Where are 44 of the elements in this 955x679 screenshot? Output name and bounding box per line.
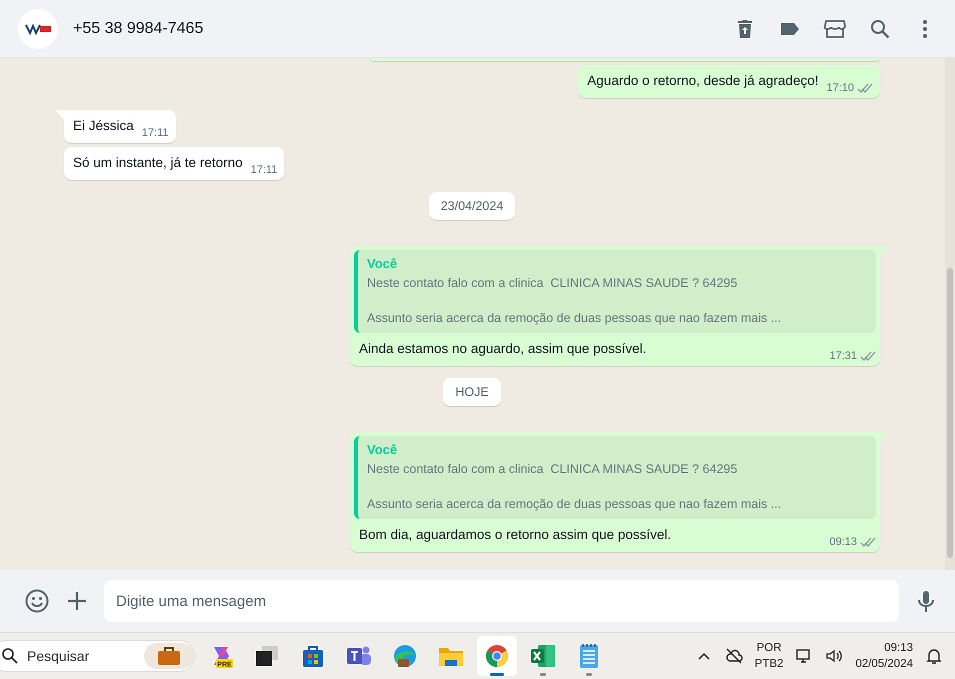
message-time: 17:11 xyxy=(142,127,168,139)
contact-avatar[interactable] xyxy=(18,8,58,48)
scrollbar-thumb[interactable] xyxy=(947,268,953,558)
cloud-off-icon[interactable] xyxy=(724,647,743,665)
emoji-icon[interactable] xyxy=(24,588,50,614)
message-time: 17:31 xyxy=(829,350,857,362)
language-indicator[interactable]: POR xyxy=(756,640,782,656)
keyboard-layout[interactable]: PTB2 xyxy=(754,656,784,672)
search-icon xyxy=(1,647,19,665)
message-input[interactable]: Digite uma mensagem xyxy=(104,580,899,622)
folder-icon[interactable] xyxy=(438,645,464,667)
taskbar-search[interactable]: Pesquisar xyxy=(0,640,195,672)
message-time: 09:13 xyxy=(829,536,857,548)
message-text: Ei Jéssica xyxy=(73,117,134,135)
quote-text: Assunto seria acerca da remoção de duas pessoas que nao fazem mais ... xyxy=(367,497,782,511)
quote-text: Neste contato falo com a clinica CLINICA MINAS SAUDE ? 64295 xyxy=(367,462,738,476)
clock-date[interactable]: 02/05/2024 xyxy=(855,656,913,672)
message-text: Aguardo o retorno, desde já agradeço! xyxy=(587,72,818,90)
message-time: 17:10 xyxy=(826,82,854,94)
message-text: Ainda estamos no aguardo, assim que possível. xyxy=(358,340,648,358)
speaker-icon[interactable] xyxy=(825,647,844,665)
quoted-message[interactable]: Você Neste contato falo com a clinica CLINICA MINAS SAUDE ? 64295 Assunto seria acerca da remoção de duas pessoas que nao fazem mais ... xyxy=(354,250,876,333)
browser-wave-icon[interactable] xyxy=(392,643,418,669)
chrome-browser-icon[interactable] xyxy=(485,644,509,668)
clock-time[interactable]: 09:13 xyxy=(884,640,913,656)
quote-text: Assunto seria acerca da remoção de duas pessoas que nao fazem mais ... xyxy=(367,311,782,325)
windows-stack-icon[interactable] xyxy=(255,645,279,667)
quote-author: Você xyxy=(367,442,398,457)
notepad-icon[interactable] xyxy=(578,643,600,669)
date-divider: 23/04/2024 xyxy=(428,192,516,220)
spreadsheet-icon[interactable] xyxy=(530,644,556,668)
search-placeholder: Pesquisar xyxy=(27,648,90,664)
store-bag-icon[interactable] xyxy=(301,644,325,668)
quote-text: Neste contato falo com a clinica CLINICA MINAS SAUDE ? 64295 xyxy=(367,276,738,290)
message-text: Só um instante, já te retorno xyxy=(73,154,243,172)
date-divider: HOJE xyxy=(443,378,501,406)
briefcase-icon xyxy=(144,643,194,669)
contact-name[interactable]: +55 38 9984-7465 xyxy=(73,20,712,38)
people-app-icon[interactable] xyxy=(346,644,372,668)
bell-icon[interactable] xyxy=(925,647,943,665)
quote-author: Você xyxy=(367,256,398,271)
message-text: Bom dia, aguardamos o retorno assim que possível. xyxy=(358,526,672,544)
message-time: 17:11 xyxy=(250,164,278,176)
quoted-message[interactable]: Você Neste contato falo com a clinica CLINICA MINAS SAUDE ? 64295 Assunto seria acerca da remoção de duas pessoas que nao fazem mais ... xyxy=(354,436,876,519)
